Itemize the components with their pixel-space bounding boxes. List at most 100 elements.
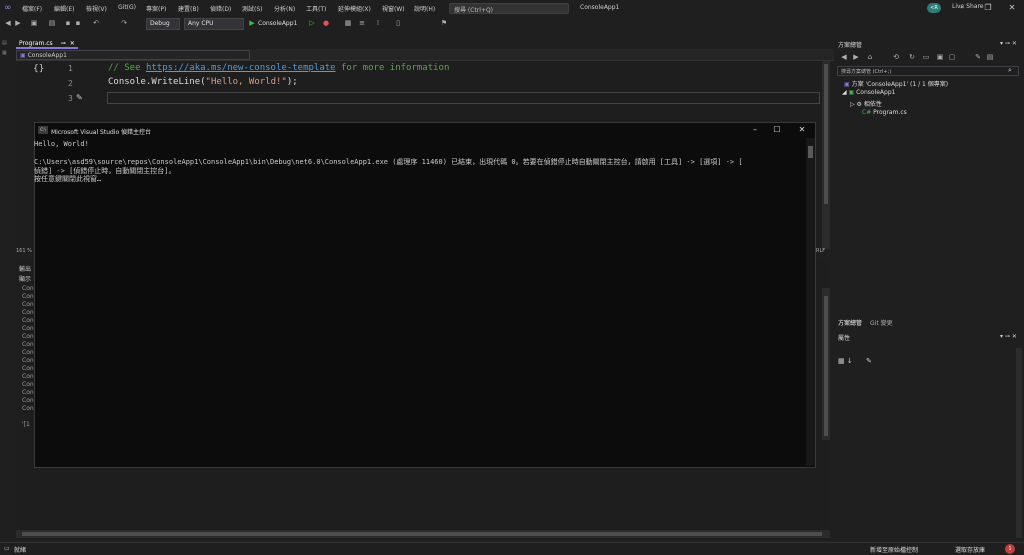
view-icon[interactable]: ▤ bbox=[986, 53, 994, 62]
live-share-button[interactable]: Live Share bbox=[952, 3, 983, 10]
left-tool-strip: ▤ ▦ bbox=[0, 36, 12, 541]
project-navigation-select[interactable]: ▣ ConsoleApp1 bbox=[16, 50, 250, 60]
output-line: Con bbox=[22, 325, 34, 332]
csharp-project-icon: ▣ bbox=[20, 52, 28, 59]
menu-file[interactable]: 檔案(F) bbox=[22, 4, 42, 13]
panel-options-icon[interactable]: ▾ ⊸ ✕ bbox=[1000, 40, 1017, 47]
menu-view[interactable]: 檢視(V) bbox=[86, 4, 107, 13]
properties-scrollbar[interactable] bbox=[1016, 348, 1022, 538]
toolbar-comment-icon[interactable]: ⁞ bbox=[374, 19, 382, 28]
console-maximize-icon[interactable]: ☐ bbox=[766, 124, 788, 136]
menu-git[interactable]: Git(G) bbox=[118, 4, 136, 11]
toolbar-align-icon[interactable]: ≡ bbox=[358, 19, 366, 28]
start-button-label[interactable]: ConsoleApp1 bbox=[258, 20, 297, 27]
console-minimize-icon[interactable]: – bbox=[744, 124, 766, 136]
home-icon[interactable]: ⌂ bbox=[866, 53, 874, 62]
output-line: Con bbox=[22, 293, 34, 300]
code-line-2[interactable]: Console.WriteLine("Hello, World!"); bbox=[108, 77, 298, 87]
line-number: 2 bbox=[68, 79, 73, 88]
tree-file[interactable]: C# Program.cs bbox=[862, 109, 907, 116]
sol-forward-icon[interactable]: ▶ bbox=[852, 53, 860, 62]
server-explorer-tab[interactable]: ▤ bbox=[2, 40, 10, 46]
tab-program-cs[interactable]: Program.cs ⊸ ✕ bbox=[16, 38, 78, 49]
output-line: Con bbox=[22, 341, 34, 348]
categorized-icon[interactable]: ▦ ↓ bbox=[838, 357, 853, 365]
code-string: "Hello, World!" bbox=[205, 77, 287, 87]
start-without-debug-icon[interactable]: ▷ bbox=[308, 19, 316, 28]
new-item-icon[interactable]: ▣ bbox=[30, 19, 38, 28]
toolbar-flag-icon[interactable]: ⚑ bbox=[440, 19, 448, 28]
tab-solution-explorer[interactable]: 方案總管 bbox=[838, 318, 862, 327]
search-icon[interactable]: ⌕ bbox=[1008, 66, 1012, 75]
editor-scroll-thumb[interactable] bbox=[824, 64, 828, 204]
collapse-icon[interactable]: ▭ bbox=[922, 53, 930, 62]
open-icon[interactable]: ▤ bbox=[48, 19, 56, 28]
close-icon[interactable]: ✕ bbox=[1002, 1, 1022, 14]
menu-edit[interactable]: 編輯(E) bbox=[54, 4, 74, 13]
menu-debug[interactable]: 偵錯(D) bbox=[210, 4, 231, 13]
preview-icon[interactable]: ▢ bbox=[948, 53, 956, 62]
menu-window[interactable]: 視窗(W) bbox=[382, 4, 405, 13]
menu-build[interactable]: 建置(B) bbox=[178, 4, 199, 13]
output-line: Con bbox=[22, 373, 34, 380]
code-line-1[interactable]: // See https://aka.ms/new-console-templa… bbox=[108, 63, 449, 73]
hot-reload-icon[interactable]: ● bbox=[322, 19, 330, 28]
property-pages-icon[interactable]: ✎ bbox=[866, 357, 872, 365]
tab-close-icon[interactable]: ✕ bbox=[70, 40, 75, 47]
show-all-icon[interactable]: ▣ bbox=[936, 53, 944, 62]
configuration-select[interactable]: Debug bbox=[146, 18, 180, 30]
properties-options-icon[interactable]: ▾ ⊸ ✕ bbox=[1000, 333, 1017, 340]
save-all-icon[interactable]: ▪ bbox=[74, 19, 82, 28]
toolbar-bookmark-icon[interactable]: ▯ bbox=[394, 19, 402, 28]
refresh-icon[interactable]: ↻ bbox=[908, 53, 916, 62]
menu-help[interactable]: 說明(H) bbox=[414, 4, 435, 13]
code-comment-link[interactable]: https://aka.ms/new-console-template bbox=[146, 63, 336, 73]
start-debug-icon[interactable]: ▶ bbox=[248, 19, 256, 28]
output-scroll-thumb[interactable] bbox=[824, 296, 828, 436]
undo-icon[interactable]: ↶ bbox=[92, 19, 100, 28]
menu-project[interactable]: 專案(P) bbox=[146, 4, 166, 13]
tree-project[interactable]: ◢ ▣ ConsoleApp1 bbox=[842, 89, 895, 96]
tree-dependencies[interactable]: ▷ ⚙ 相依性 bbox=[850, 99, 882, 108]
console-title-bar[interactable] bbox=[35, 123, 815, 138]
pin-icon[interactable]: ⊸ bbox=[61, 40, 66, 47]
properties-wrench-icon[interactable]: ✎ bbox=[974, 53, 982, 62]
output-line: Con bbox=[22, 317, 34, 324]
back-icon[interactable]: ◀ bbox=[4, 19, 12, 28]
account-avatar[interactable]: <R bbox=[927, 3, 941, 13]
add-source-control-button[interactable]: 新增至原始檔控制 bbox=[870, 545, 918, 554]
menu-tools[interactable]: 工具(T) bbox=[306, 4, 326, 13]
tree-solution[interactable]: ▣ 方案 'ConsoleApp1' (1 / 1 個專案) bbox=[844, 79, 948, 88]
horizontal-scroll-thumb[interactable] bbox=[22, 532, 822, 536]
output-line: Con bbox=[22, 397, 34, 404]
console-vertical-scrollbar[interactable] bbox=[806, 138, 815, 466]
sync-icon[interactable]: ⟲ bbox=[892, 53, 900, 62]
menu-analyze[interactable]: 分析(N) bbox=[274, 4, 295, 13]
console-close-icon[interactable]: ✕ bbox=[791, 124, 813, 136]
forward-icon[interactable]: ▶ bbox=[14, 19, 22, 28]
solution-search-input[interactable]: 搜尋方案總管 (Ctrl+;) bbox=[837, 66, 1019, 76]
zoom-level[interactable]: 161 % bbox=[16, 248, 32, 254]
solution-icon: ▣ bbox=[844, 81, 852, 88]
sol-back-icon[interactable]: ◀ bbox=[840, 53, 848, 62]
menu-extensions[interactable]: 延伸模組(X) bbox=[338, 4, 371, 13]
toolbox-tab[interactable]: ▦ bbox=[2, 50, 10, 56]
tab-program-cs-label: Program.cs bbox=[19, 40, 53, 47]
platform-select[interactable]: Any CPU bbox=[184, 18, 244, 30]
search-input[interactable]: 搜尋 (Ctrl+Q) bbox=[449, 3, 569, 14]
quick-actions-icon[interactable]: ✎ bbox=[76, 93, 83, 102]
visual-studio-logo-icon: ∞ bbox=[4, 3, 12, 13]
csharp-file-icon: C# bbox=[862, 109, 874, 116]
select-repository-button[interactable]: 選取存放庫 bbox=[955, 545, 985, 554]
line-ending-indicator[interactable]: RLF bbox=[816, 248, 825, 254]
toolbar-misc-icon[interactable]: ▦ bbox=[344, 19, 352, 28]
tab-git-changes[interactable]: Git 變更 bbox=[870, 318, 893, 327]
output-line: Con bbox=[22, 349, 34, 356]
save-icon[interactable]: ▪ bbox=[64, 19, 72, 28]
output-line: Con bbox=[22, 333, 34, 340]
menu-test[interactable]: 測試(S) bbox=[242, 4, 263, 13]
redo-icon[interactable]: ↷ bbox=[120, 19, 128, 28]
console-scroll-thumb[interactable] bbox=[808, 146, 813, 158]
code-lens-icon[interactable]: {} bbox=[33, 64, 44, 74]
notification-bell-icon[interactable]: 1 bbox=[1005, 544, 1015, 554]
